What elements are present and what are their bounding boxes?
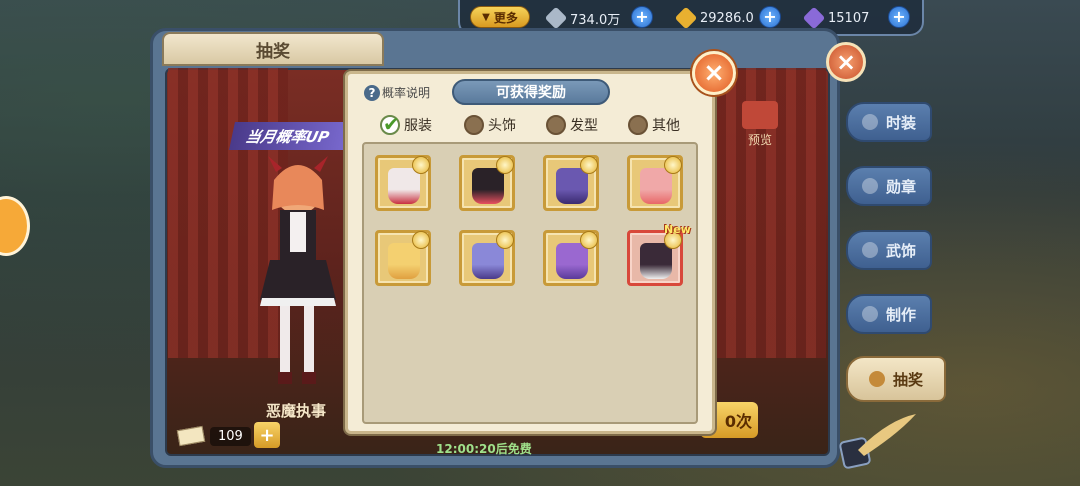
add-ticket-button[interactable]: + — [254, 422, 280, 448]
horn-icon — [861, 242, 878, 258]
outfit-icon — [556, 168, 588, 204]
add-gem-button[interactable]: + — [888, 6, 910, 28]
question-icon: ? — [364, 84, 380, 101]
outfit-icon — [472, 243, 504, 279]
outfit-icon — [388, 168, 420, 204]
filter-hairstyle[interactable]: 发型 — [546, 112, 628, 138]
gem-icon — [802, 6, 826, 30]
ticket-count: 109 — [210, 426, 251, 446]
coin-currency: 29286.0 — [674, 6, 754, 30]
radio-icon — [464, 115, 484, 135]
gift-box-icon — [742, 101, 778, 129]
filter-label: 发型 — [570, 118, 598, 134]
add-feather-button[interactable]: + — [631, 6, 653, 28]
feather-value: 734.0万 — [570, 12, 621, 28]
filter-label: 头饰 — [488, 118, 516, 134]
reward-item[interactable] — [375, 230, 431, 286]
gem-value: 15107 — [828, 10, 870, 26]
tab-label: 制作 — [885, 305, 916, 324]
medal-icon — [861, 178, 878, 194]
chevron-down-icon: ▼ — [482, 11, 490, 23]
character-name: 恶魔执事 — [266, 402, 327, 420]
tab-accessory[interactable]: 武饰 — [846, 230, 932, 270]
radio-icon — [546, 115, 566, 135]
probability-help-link[interactable]: ? 概率说明 — [364, 84, 430, 101]
rate-up-banner: 当月概率UP — [229, 122, 355, 150]
outfit-icon — [472, 168, 504, 204]
category-filter: 服装 头饰 发型 其他 — [380, 112, 700, 138]
feather-currency: 734.0万 — [544, 6, 621, 30]
free-draw-timer: 12:00:20后免费 — [436, 442, 532, 456]
close-panel-button[interactable]: × — [826, 42, 866, 82]
quill-icon — [839, 414, 916, 469]
add-coin-button[interactable]: + — [759, 6, 781, 28]
feather-icon — [544, 6, 568, 30]
tab-fashion[interactable]: 时装 — [846, 102, 932, 142]
preview-label: 预览 — [747, 133, 772, 147]
reward-item[interactable] — [543, 230, 599, 286]
tab-label: 勋章 — [885, 177, 916, 196]
filter-label: 其他 — [652, 118, 680, 134]
tab-label: 抽奖 — [892, 370, 923, 389]
radio-icon — [628, 115, 648, 135]
filter-headwear[interactable]: 头饰 — [464, 112, 546, 138]
reward-item[interactable] — [459, 155, 515, 211]
dress-icon — [861, 114, 878, 130]
reward-item[interactable] — [627, 155, 683, 211]
help-label: 概率说明 — [382, 86, 431, 100]
eye-icon[interactable] — [580, 156, 598, 174]
ticket-icon — [176, 425, 206, 447]
outfit-icon — [556, 243, 588, 279]
gem-currency: 15107 — [802, 6, 870, 30]
eye-icon[interactable] — [412, 231, 430, 249]
preview-button[interactable]: 预览 — [736, 100, 784, 148]
outfit-icon — [388, 243, 420, 279]
craft-icon — [861, 306, 878, 322]
filter-clothing[interactable]: 服装 — [380, 112, 464, 138]
eye-icon[interactable] — [496, 231, 514, 249]
reward-item[interactable] — [459, 230, 515, 286]
page-title: 抽奖 — [162, 32, 384, 66]
tab-craft[interactable]: 制作 — [846, 294, 932, 334]
outfit-icon — [640, 243, 672, 279]
tab-label: 武饰 — [885, 241, 916, 260]
outfit-icon — [640, 168, 672, 204]
new-badge: New — [664, 223, 691, 236]
check-icon — [380, 112, 400, 136]
reward-item[interactable] — [375, 155, 431, 211]
reward-item[interactable] — [627, 230, 683, 286]
eye-icon[interactable] — [412, 156, 430, 174]
lottery-horn-icon — [868, 371, 885, 387]
eye-icon[interactable] — [496, 156, 514, 174]
tab-lottery[interactable]: 抽奖 — [846, 356, 946, 402]
tab-label: 时装 — [885, 113, 916, 132]
eye-icon[interactable] — [664, 156, 682, 174]
eye-icon[interactable] — [580, 231, 598, 249]
tab-medal[interactable]: 勋章 — [846, 166, 932, 206]
coin-value: 29286.0 — [700, 10, 754, 26]
filter-other[interactable]: 其他 — [628, 112, 700, 138]
close-dialog-button[interactable]: × — [692, 51, 736, 95]
more-label: 更多 — [493, 10, 518, 25]
filter-label: 服装 — [404, 118, 432, 134]
reward-item[interactable] — [543, 155, 599, 211]
more-button[interactable]: ▼ 更多 — [470, 6, 530, 28]
dialog-title: 可获得奖励 — [452, 79, 610, 105]
leaf-coin-icon — [674, 6, 698, 30]
character-illustration — [260, 156, 336, 384]
